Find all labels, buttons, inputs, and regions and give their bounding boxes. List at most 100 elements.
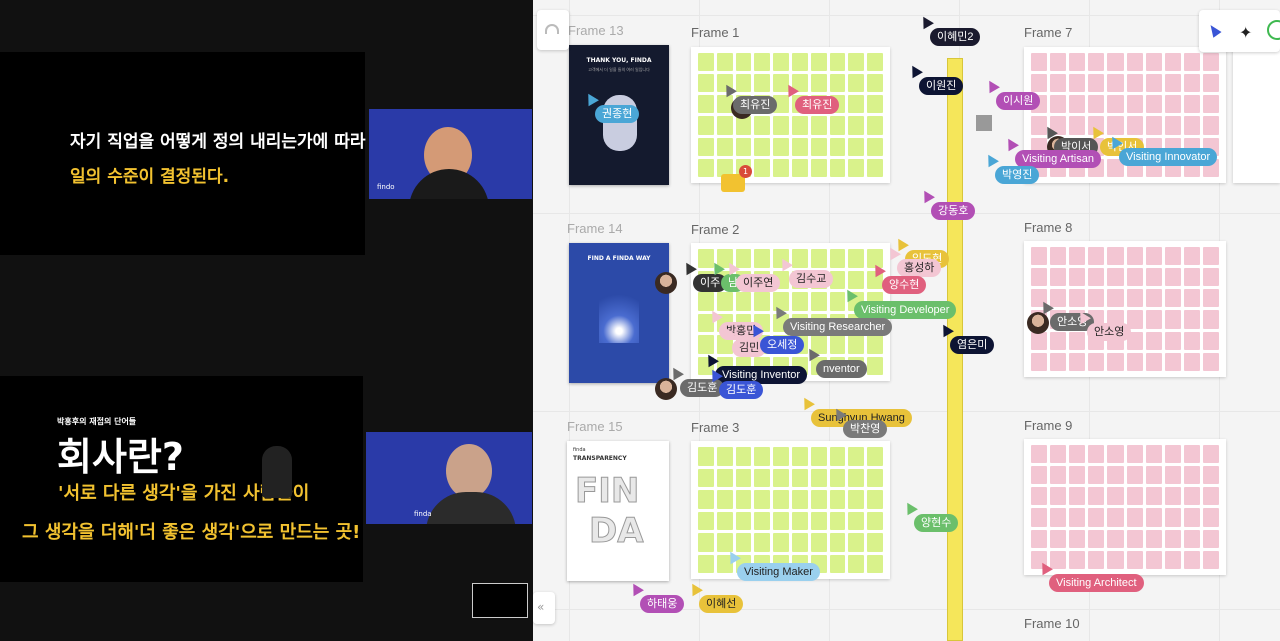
- sticky-note[interactable]: [792, 533, 808, 552]
- sticky-note[interactable]: [1088, 487, 1105, 506]
- sticky-note[interactable]: [810, 468, 827, 487]
- sticky-note[interactable]: [848, 554, 865, 573]
- sticky-note[interactable]: [735, 249, 752, 268]
- sticky-note[interactable]: [1202, 550, 1219, 569]
- sticky-note[interactable]: [1069, 466, 1086, 485]
- sticky-note[interactable]: [1202, 466, 1219, 485]
- sticky-note[interactable]: [1126, 289, 1143, 308]
- sticky-note[interactable]: [1088, 529, 1105, 548]
- sticky-note[interactable]: [716, 533, 733, 552]
- sticky-note[interactable]: [1069, 268, 1086, 287]
- sticky-note[interactable]: [1031, 247, 1048, 266]
- sticky-note[interactable]: [1069, 74, 1086, 93]
- sticky-note[interactable]: [716, 137, 733, 156]
- sticky-note[interactable]: [1145, 289, 1162, 308]
- sticky-note[interactable]: [1069, 508, 1086, 527]
- sticky-note[interactable]: [698, 533, 714, 552]
- sticky-note[interactable]: [829, 74, 846, 93]
- sticky-note[interactable]: [1031, 508, 1048, 527]
- self-view-thumbnail[interactable]: [472, 583, 528, 618]
- sticky-note[interactable]: [1050, 529, 1067, 548]
- sticky-note[interactable]: [1164, 331, 1181, 350]
- sticky-note[interactable]: [698, 554, 714, 573]
- sticky-note[interactable]: [754, 158, 771, 177]
- sticky-note[interactable]: [1183, 445, 1200, 464]
- sticky-note[interactable]: [810, 137, 827, 156]
- sticky-note[interactable]: [773, 468, 789, 487]
- sticky-note[interactable]: [1126, 529, 1143, 548]
- sticky-note[interactable]: [754, 53, 771, 72]
- sticky-note[interactable]: [1107, 95, 1124, 114]
- sticky-note[interactable]: [867, 533, 883, 552]
- sticky-note[interactable]: [1088, 247, 1105, 266]
- sticky-note[interactable]: [1145, 268, 1162, 287]
- sticky-note[interactable]: [1107, 529, 1124, 548]
- sticky-note[interactable]: [754, 533, 771, 552]
- sticky-note[interactable]: [1088, 445, 1105, 464]
- sticky-note[interactable]: [792, 511, 808, 530]
- frame-1[interactable]: [691, 47, 890, 183]
- sticky-note[interactable]: [829, 158, 846, 177]
- sticky-note[interactable]: [792, 158, 808, 177]
- sticky-note[interactable]: [1107, 74, 1124, 93]
- sticky-note[interactable]: [1069, 331, 1086, 350]
- sticky-note[interactable]: [1031, 487, 1048, 506]
- poster-transparency[interactable]: finda TRANSPARENCY FIN DA: [567, 441, 669, 581]
- sticky-note[interactable]: [1164, 268, 1181, 287]
- sticky-note[interactable]: [1202, 247, 1219, 266]
- sticky-note[interactable]: [1088, 508, 1105, 527]
- sticky-note[interactable]: [773, 511, 789, 530]
- sticky-note[interactable]: [1069, 352, 1086, 371]
- sticky-note[interactable]: [1107, 487, 1124, 506]
- sticky-note[interactable]: [810, 490, 827, 509]
- sticky-note[interactable]: [735, 447, 752, 466]
- sticky-note[interactable]: [735, 511, 752, 530]
- sticky-note[interactable]: [848, 468, 865, 487]
- sticky-note[interactable]: [735, 116, 752, 135]
- sticky-note[interactable]: [698, 447, 714, 466]
- sticky-note[interactable]: [1088, 95, 1105, 114]
- sticky-note[interactable]: [1088, 268, 1105, 287]
- sticky-note[interactable]: [1107, 53, 1124, 72]
- sticky-note[interactable]: [867, 511, 883, 530]
- sticky-note[interactable]: [792, 468, 808, 487]
- sticky-note[interactable]: [754, 249, 771, 268]
- sticky-note[interactable]: [754, 292, 771, 311]
- sticky-note[interactable]: [1050, 268, 1067, 287]
- sticky-note[interactable]: [1126, 466, 1143, 485]
- grey-square-shape[interactable]: [976, 115, 992, 131]
- sticky-note[interactable]: [698, 53, 714, 72]
- sticky-note[interactable]: [1164, 445, 1181, 464]
- sticky-note[interactable]: [716, 292, 733, 311]
- sticky-note[interactable]: [1164, 487, 1181, 506]
- sticky-note[interactable]: [1202, 445, 1219, 464]
- sticky-note[interactable]: [1031, 466, 1048, 485]
- sticky-note[interactable]: [735, 74, 752, 93]
- sticky-note[interactable]: [1164, 508, 1181, 527]
- sticky-note[interactable]: [1183, 529, 1200, 548]
- sticky-note[interactable]: [848, 511, 865, 530]
- sticky-note[interactable]: [867, 490, 883, 509]
- sticky-note[interactable]: [1202, 116, 1219, 135]
- sticky-note[interactable]: [1202, 95, 1219, 114]
- sticky-note[interactable]: [1069, 487, 1086, 506]
- sticky-note[interactable]: [754, 468, 771, 487]
- sticky-note[interactable]: [1145, 116, 1162, 135]
- sticky-note[interactable]: [1126, 268, 1143, 287]
- sticky-note[interactable]: [1202, 487, 1219, 506]
- sticky-note[interactable]: [698, 158, 714, 177]
- sticky-note[interactable]: [1069, 53, 1086, 72]
- sticky-note[interactable]: [773, 116, 789, 135]
- sticky-note[interactable]: [698, 468, 714, 487]
- sticky-note[interactable]: [1069, 95, 1086, 114]
- sticky-note[interactable]: [1050, 53, 1067, 72]
- sticky-note[interactable]: [1145, 445, 1162, 464]
- sticky-note[interactable]: [867, 74, 883, 93]
- sticky-note[interactable]: [1183, 352, 1200, 371]
- sticky-note[interactable]: [1145, 53, 1162, 72]
- sticky-note[interactable]: [1031, 268, 1048, 287]
- sticky-note[interactable]: [1202, 74, 1219, 93]
- frame-8[interactable]: [1024, 241, 1226, 377]
- sticky-note[interactable]: [1126, 53, 1143, 72]
- sticky-note[interactable]: [1145, 310, 1162, 329]
